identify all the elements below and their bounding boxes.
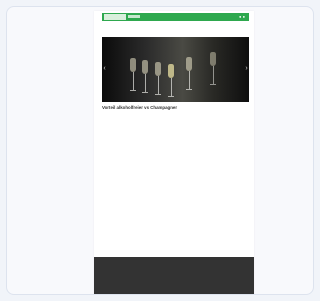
- body-paragraph: [102, 113, 249, 123]
- header-link[interactable]: ● ●: [239, 14, 245, 20]
- article-headline: Vorteil alkoholfreier vs Champagner: [102, 105, 178, 110]
- wine-glass-icon: [168, 64, 174, 100]
- chevron-left-icon[interactable]: ‹: [102, 65, 107, 73]
- wine-glass-icon: [155, 62, 161, 98]
- body-paragraph: [102, 143, 249, 157]
- preview-card: ● ● ‹ › Vorteil alkoholfreier vs Champag…: [6, 6, 314, 295]
- body-paragraph: [102, 197, 249, 211]
- email-footer: [94, 257, 254, 294]
- body-paragraph: [102, 181, 249, 191]
- wine-glass-icon: [130, 58, 136, 94]
- wine-glass-icon: [142, 60, 148, 96]
- logo-tagline: [128, 15, 140, 18]
- wine-glass-icon: [210, 52, 216, 88]
- email-body: Vorteil alkoholfreier vs Champagner: [102, 105, 249, 215]
- chevron-right-icon[interactable]: ›: [244, 65, 249, 73]
- hero-image: ‹ ›: [102, 37, 249, 102]
- body-paragraph: [102, 160, 249, 174]
- brand-logo[interactable]: [104, 14, 126, 20]
- wine-glass-icon: [186, 57, 192, 93]
- body-paragraph: [102, 130, 249, 137]
- email-preview: ● ● ‹ › Vorteil alkoholfreier vs Champag…: [94, 11, 254, 294]
- email-header: ● ●: [94, 11, 254, 23]
- header-bar: ● ●: [102, 13, 249, 21]
